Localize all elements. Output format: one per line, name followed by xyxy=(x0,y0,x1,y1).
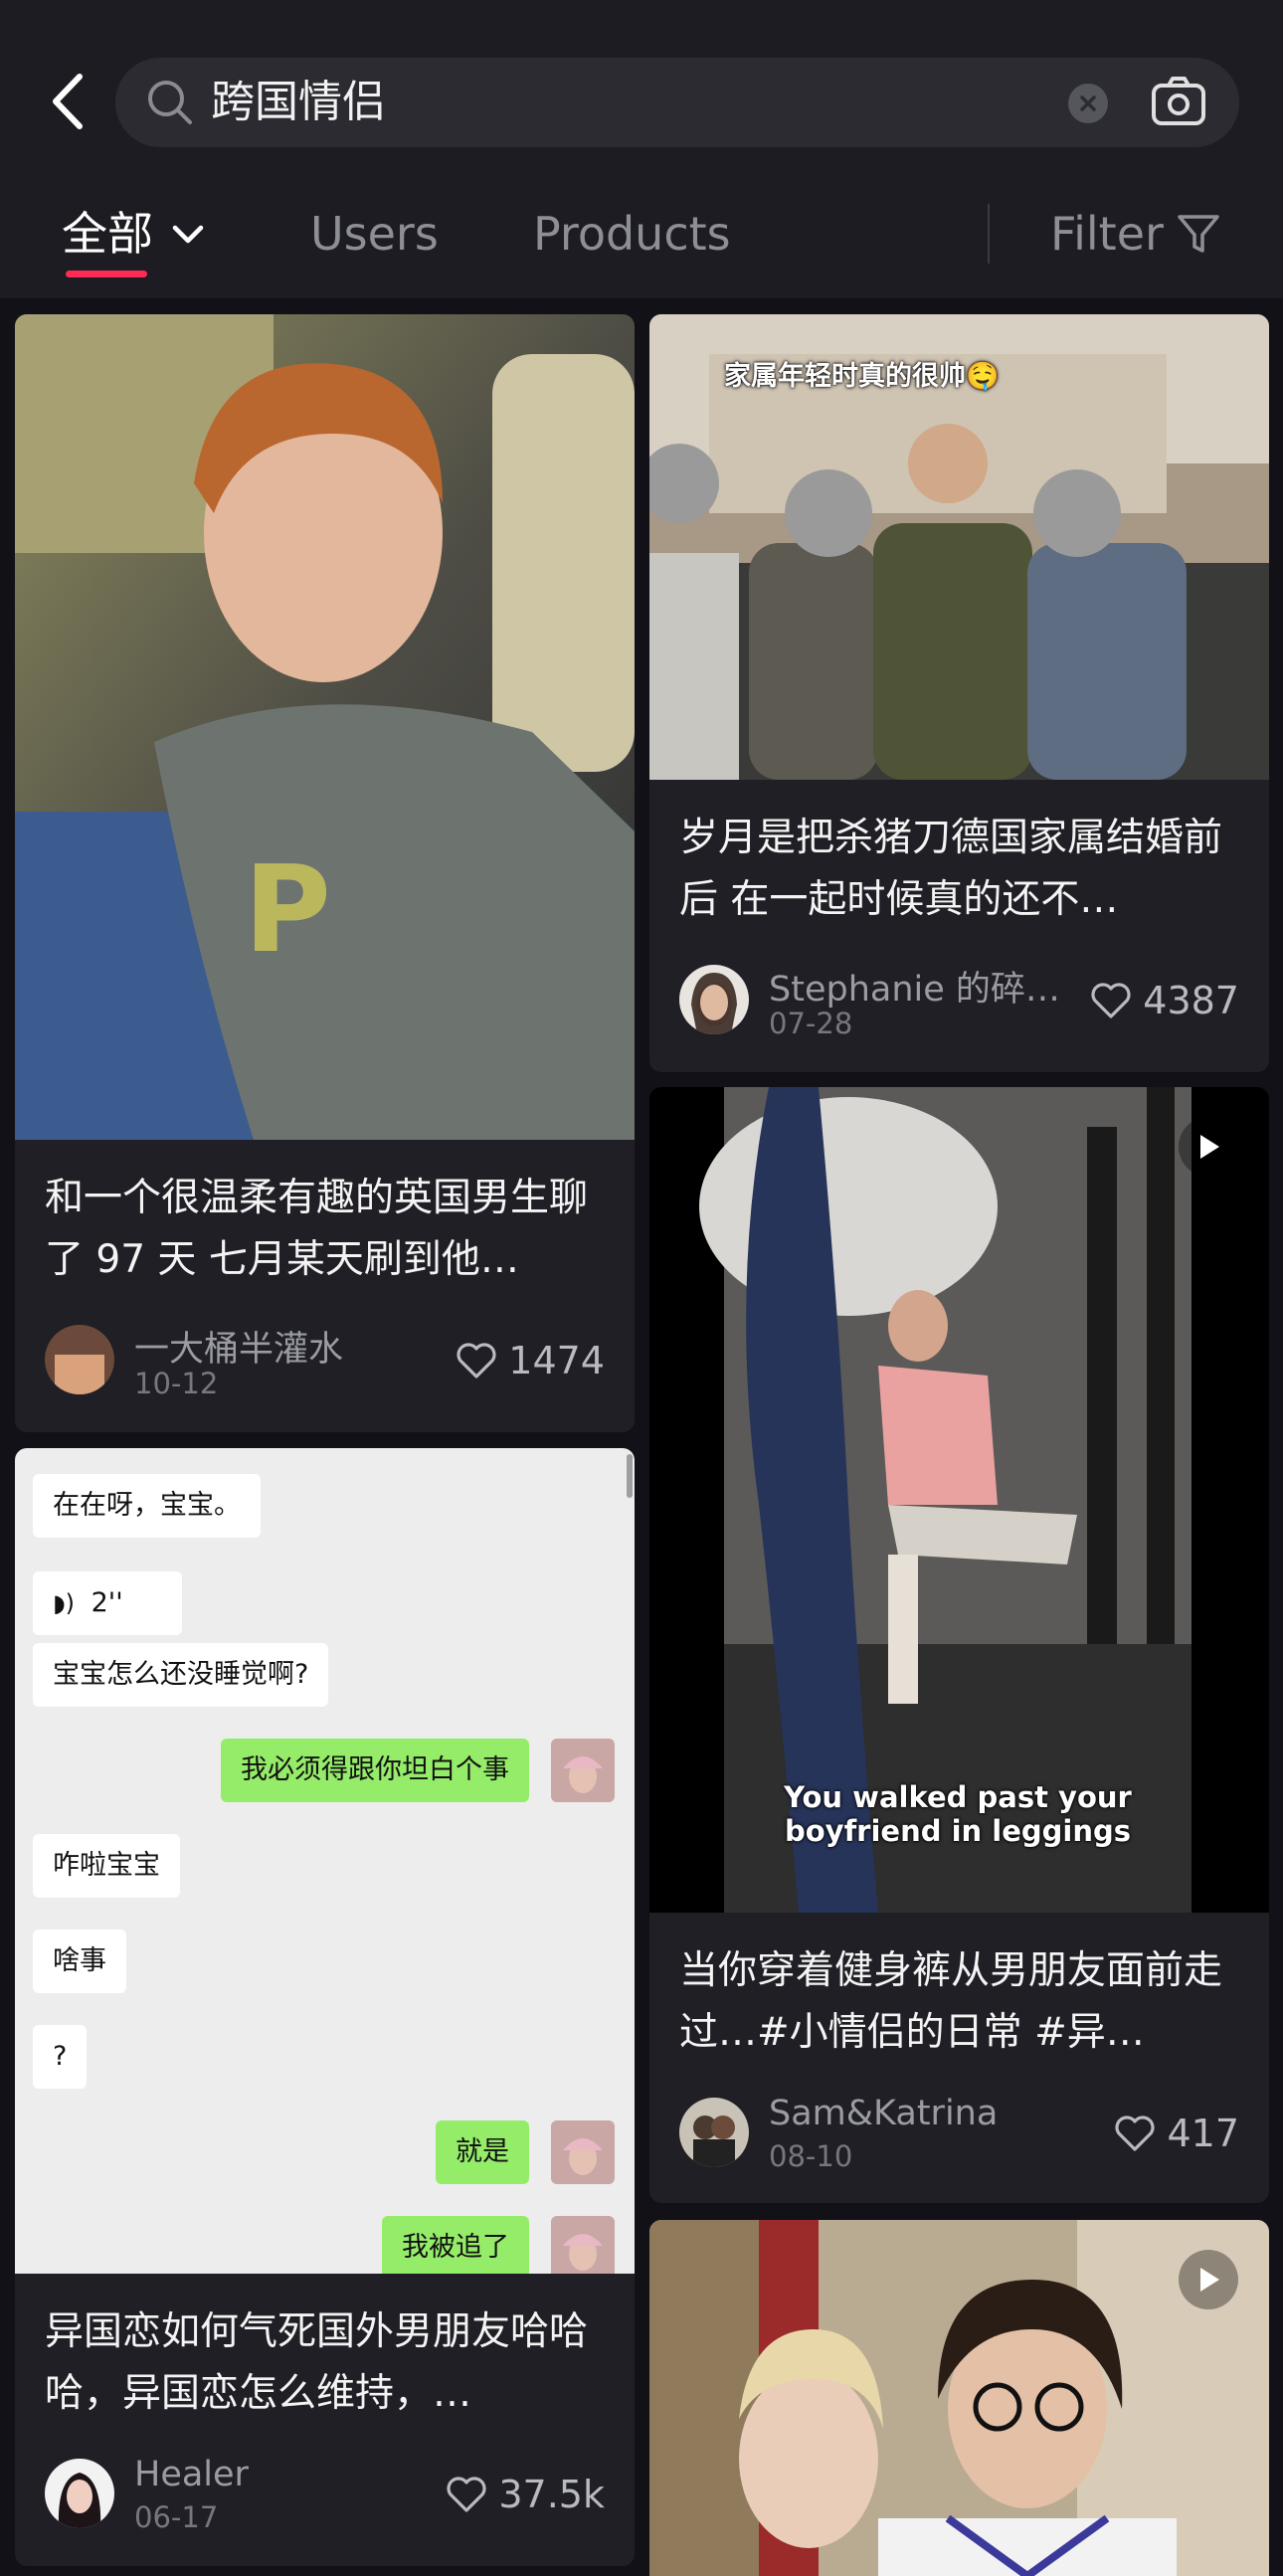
author-name[interactable]: Stephanie 的碎… xyxy=(769,961,1060,1012)
post-card[interactable]: You walked past your boyfriend in leggin… xyxy=(649,1087,1269,2203)
camera-search-icon[interactable] xyxy=(1150,74,1207,131)
post-card[interactable]: 家属年轻时真的很帅🤤 岁月是把杀猪刀德国家属结婚前后 在一起时候真的还不… St… xyxy=(649,314,1269,1072)
tab-products[interactable]: Products xyxy=(533,189,731,278)
author-name[interactable]: 一大桶半灌水 xyxy=(134,1321,343,1372)
play-icon xyxy=(1200,2268,1219,2292)
filter-label: Filter xyxy=(1050,207,1164,261)
post-cover-image: P xyxy=(15,314,635,1140)
search-bar[interactable]: 跨国情侣 xyxy=(115,58,1239,147)
heart-icon xyxy=(1091,983,1131,1018)
heart-icon xyxy=(1115,2116,1155,2151)
image-caption: You walked past your boyfriend in leggin… xyxy=(784,1780,1132,1848)
avatar xyxy=(551,2216,615,2274)
avatar xyxy=(679,2098,749,2167)
svg-text:P: P xyxy=(244,841,331,980)
post-title: 岁月是把杀猪刀德国家属结婚前后 在一起时候真的还不… xyxy=(679,816,1223,922)
play-icon xyxy=(1200,1135,1219,1159)
search-input[interactable]: 跨国情侣 xyxy=(211,58,386,147)
scrollbar xyxy=(627,1454,633,1498)
video-play-indicator xyxy=(1179,2250,1238,2309)
post-date: 06-17 xyxy=(134,2500,219,2534)
post-card[interactable]: P 和一个很温柔有趣的英国男生聊了 97 天 七月某天刷到他… 一大桶半灌水 1… xyxy=(15,314,635,1432)
post-date: 10-12 xyxy=(134,1367,219,1400)
heart-icon xyxy=(447,2477,486,2512)
avatar xyxy=(551,2120,615,2184)
like-count: 37.5k xyxy=(498,2473,605,2516)
avatar xyxy=(45,1325,114,1394)
filter-icon xyxy=(1178,215,1219,253)
post-card[interactable]: 在在呀，宝宝。 ◗) 2'' 宝宝怎么还没睡觉啊? 我必须得跟你坦白个事 咋啦宝… xyxy=(15,1448,635,2566)
avatar xyxy=(551,1739,615,1802)
avatar xyxy=(679,965,749,1034)
back-arrow-icon xyxy=(53,74,83,129)
like-button[interactable]: 37.5k xyxy=(445,2473,605,2516)
tab-all-label: 全部 xyxy=(62,207,153,261)
close-icon xyxy=(1080,95,1096,111)
clear-search-button[interactable] xyxy=(1068,84,1108,123)
tab-all[interactable]: 全部 xyxy=(62,189,207,278)
image-caption: 家属年轻时真的很帅🤤 xyxy=(724,361,1000,392)
chat-bubble: 就是 xyxy=(436,2120,529,2184)
chat-bubble: 宝宝怎么还没睡觉啊? xyxy=(33,1643,329,1707)
top-bar: 跨国情侣 全部 Users Products Filter xyxy=(0,0,1283,298)
tab-users[interactable]: Users xyxy=(310,189,439,278)
heart-icon xyxy=(457,1343,496,1379)
like-button[interactable]: 417 xyxy=(1113,2112,1239,2155)
avatar xyxy=(45,2459,114,2528)
post-date: 07-28 xyxy=(769,1007,853,1040)
chat-bubble: 咋啦宝宝 xyxy=(33,1834,180,1898)
post-cover-video xyxy=(649,2220,1269,2576)
voice-icon: ◗) xyxy=(53,1589,76,1617)
chat-screenshot: 在在呀，宝宝。 ◗) 2'' 宝宝怎么还没睡觉啊? 我必须得跟你坦白个事 咋啦宝… xyxy=(15,1448,635,2274)
post-date: 08-10 xyxy=(769,2139,853,2173)
like-button[interactable]: 1474 xyxy=(455,1339,605,1382)
chat-bubble: 我必须得跟你坦白个事 xyxy=(221,1739,529,1802)
chat-bubble: 在在呀，宝宝。 xyxy=(33,1474,261,1538)
filter-button[interactable]: Filter xyxy=(1050,189,1221,278)
voice-message: ◗) 2'' xyxy=(33,1571,182,1635)
post-title: 当你穿着健身裤从男朋友面前走过…#小情侣的日常 #异… xyxy=(679,1948,1223,2055)
like-count: 1474 xyxy=(508,1339,605,1382)
search-icon xyxy=(148,81,192,124)
chat-bubble: ? xyxy=(33,2025,88,2089)
chat-bubble: 我被追了 xyxy=(382,2216,529,2274)
voice-duration: 2'' xyxy=(91,1587,123,1618)
post-title: 和一个很温柔有趣的英国男生聊了 97 天 七月某天刷到他… xyxy=(45,1176,589,1282)
tab-divider xyxy=(988,204,990,264)
search-tabs: 全部 Users Products Filter xyxy=(0,189,1283,288)
post-title: 异国恋如何气死国外男朋友哈哈哈，异国恋怎么维持，… xyxy=(45,2309,589,2416)
post-card[interactable] xyxy=(649,2220,1269,2576)
chat-bubble: 啥事 xyxy=(33,1930,126,1993)
author-name[interactable]: Healer xyxy=(134,2455,249,2494)
video-play-indicator xyxy=(1179,1117,1238,1177)
back-button[interactable] xyxy=(40,62,95,141)
like-count: 417 xyxy=(1167,2112,1239,2155)
like-button[interactable]: 4387 xyxy=(1089,979,1239,1022)
active-tab-indicator xyxy=(66,271,147,277)
like-count: 4387 xyxy=(1143,979,1239,1022)
chevron-down-icon xyxy=(172,225,204,244)
author-name[interactable]: Sam&Katrina xyxy=(769,2094,998,2133)
